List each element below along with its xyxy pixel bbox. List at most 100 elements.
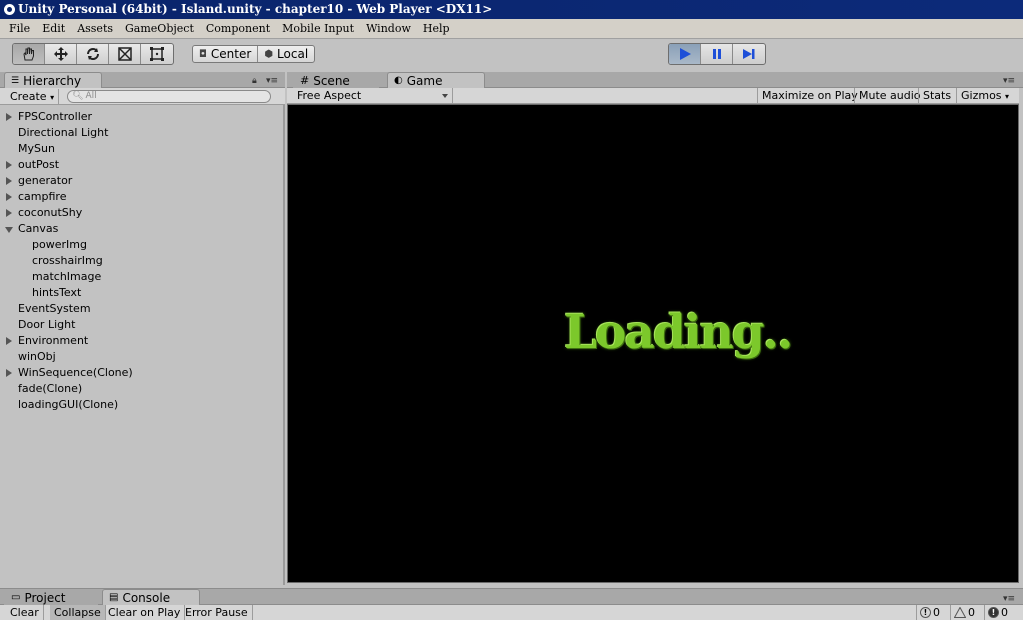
- tab-hierarchy-label: Hierarchy: [23, 73, 82, 88]
- tab-hierarchy[interactable]: ☰ Hierarchy: [4, 72, 102, 88]
- game-panel-menu-icon[interactable]: ▾≡: [1003, 76, 1015, 86]
- error-pause-toggle[interactable]: Error Pause: [181, 605, 253, 620]
- console-toolbar: Clear Collapse Clear on Play Error Pause…: [0, 605, 1023, 620]
- hierarchy-item[interactable]: fade(Clone): [0, 381, 283, 397]
- hierarchy-item[interactable]: Canvas: [0, 221, 283, 237]
- pause-button[interactable]: [701, 44, 733, 64]
- hierarchy-item[interactable]: winObj: [0, 349, 283, 365]
- mute-audio-toggle[interactable]: Mute audio: [854, 88, 925, 104]
- menu-window[interactable]: Window: [360, 22, 417, 35]
- stats-toggle[interactable]: Stats: [918, 88, 955, 104]
- hierarchy-item[interactable]: matchImage: [0, 269, 283, 285]
- foldout-closed-icon[interactable]: [6, 113, 12, 121]
- hierarchy-item[interactable]: WinSequence(Clone): [0, 365, 283, 381]
- hierarchy-item[interactable]: Environment: [0, 333, 283, 349]
- hierarchy-item[interactable]: powerImg: [0, 237, 283, 253]
- hierarchy-item-label: Canvas: [18, 222, 59, 235]
- clear-button[interactable]: Clear: [6, 605, 44, 620]
- panel-menu-icon[interactable]: ▾≡: [266, 76, 278, 86]
- bottom-tab-bar: ▭ Project ▤ Console ▾≡: [0, 588, 1023, 605]
- console-panel-menu-icon[interactable]: ▾≡: [1003, 594, 1015, 604]
- scale-tool-button[interactable]: [109, 44, 141, 64]
- step-button[interactable]: [733, 44, 765, 64]
- rotate-tool-button[interactable]: [77, 44, 109, 64]
- tab-project-label: Project: [24, 590, 66, 605]
- hierarchy-item[interactable]: Door Light: [0, 317, 283, 333]
- foldout-closed-icon[interactable]: [6, 369, 12, 377]
- foldout-closed-icon[interactable]: [6, 193, 12, 201]
- tab-game[interactable]: ◐ Game: [387, 72, 485, 88]
- pivot-controls: ◘ Center ⬢ Local: [192, 45, 316, 63]
- hierarchy-item[interactable]: MySun: [0, 141, 283, 157]
- hierarchy-item[interactable]: campfire: [0, 189, 283, 205]
- error-count: 0: [1001, 606, 1008, 619]
- tab-console[interactable]: ▤ Console: [102, 589, 200, 605]
- foldout-closed-icon[interactable]: [6, 177, 12, 185]
- play-button[interactable]: [669, 44, 701, 64]
- hierarchy-item[interactable]: outPost: [0, 157, 283, 173]
- menu-file[interactable]: File: [3, 22, 36, 35]
- hierarchy-item[interactable]: Directional Light: [0, 125, 283, 141]
- pivot-center-button[interactable]: ◘ Center: [193, 46, 259, 62]
- tab-project[interactable]: ▭ Project: [4, 589, 98, 605]
- hierarchy-item[interactable]: FPSController: [0, 109, 283, 125]
- warning-count-toggle[interactable]: 0: [950, 605, 978, 620]
- foldout-closed-icon[interactable]: [6, 337, 12, 345]
- window-title-bar: Unity Personal (64bit) - Island.unity - …: [0, 0, 1023, 19]
- info-count-toggle[interactable]: ! 0: [916, 605, 943, 620]
- scale-icon: [117, 47, 132, 61]
- foldout-open-icon[interactable]: [5, 227, 13, 233]
- info-count: 0: [933, 606, 940, 619]
- collapse-toggle[interactable]: Collapse: [50, 605, 106, 620]
- create-dropdown[interactable]: Create ▾: [6, 88, 60, 104]
- lock-icon[interactable]: 🔒︎: [252, 76, 257, 86]
- center-pivot-icon: ◘: [199, 48, 207, 60]
- hierarchy-item[interactable]: generator: [0, 173, 283, 189]
- menu-mobile-input[interactable]: Mobile Input: [276, 22, 360, 35]
- gizmos-dropdown[interactable]: Gizmos ▾: [956, 88, 1013, 104]
- hierarchy-item-label: powerImg: [32, 238, 87, 251]
- foldout-closed-icon[interactable]: [6, 209, 12, 217]
- pause-icon: [712, 49, 721, 59]
- info-icon: !: [920, 607, 931, 618]
- menu-component[interactable]: Component: [200, 22, 276, 35]
- menu-gameobject[interactable]: GameObject: [119, 22, 200, 35]
- pivot-local-button[interactable]: ⬢ Local: [258, 46, 314, 62]
- scene-grid-icon: #: [300, 73, 310, 87]
- hand-tool-button[interactable]: [13, 44, 45, 64]
- menu-assets[interactable]: Assets: [71, 22, 119, 35]
- tab-scene-label: Scene: [313, 73, 350, 88]
- menu-edit[interactable]: Edit: [36, 22, 71, 35]
- hierarchy-item-label: loadingGUI(Clone): [18, 398, 119, 411]
- hierarchy-item[interactable]: coconutShy: [0, 205, 283, 221]
- hierarchy-item[interactable]: EventSystem: [0, 301, 283, 317]
- aspect-dropdown[interactable]: Free Aspect: [291, 88, 453, 104]
- menu-help[interactable]: Help: [417, 22, 456, 35]
- maximize-on-play-toggle[interactable]: Maximize on Play: [757, 88, 862, 104]
- move-arrows-icon: [53, 47, 68, 61]
- chevron-down-icon: ▾: [1005, 92, 1010, 101]
- playback-controls: [668, 43, 766, 65]
- clear-on-play-toggle[interactable]: Clear on Play: [104, 605, 186, 620]
- warning-icon: [954, 607, 966, 618]
- create-label: Create: [10, 89, 47, 103]
- tab-console-label: Console: [122, 590, 171, 605]
- game-pacman-icon: ◐: [394, 74, 403, 86]
- search-icon: 🔍︎: [72, 90, 84, 101]
- hierarchy-item[interactable]: loadingGUI(Clone): [0, 397, 283, 413]
- chevron-down-icon: [442, 94, 448, 98]
- rect-tool-button[interactable]: [141, 44, 173, 64]
- pivot-local-label: Local: [277, 47, 309, 61]
- hierarchy-search-input[interactable]: 🔍︎ All: [67, 89, 272, 103]
- hierarchy-item-label: outPost: [18, 158, 60, 171]
- hierarchy-item[interactable]: hintsText: [0, 285, 283, 301]
- tab-scene[interactable]: # Scene: [293, 72, 379, 88]
- error-count-toggle[interactable]: ! 0: [984, 605, 1011, 620]
- hierarchy-item-label: fade(Clone): [18, 382, 83, 395]
- gizmos-label: Gizmos: [961, 89, 1002, 102]
- move-tool-button[interactable]: [45, 44, 77, 64]
- transform-tools: [12, 43, 174, 65]
- hierarchy-item[interactable]: crosshairImg: [0, 253, 283, 269]
- foldout-closed-icon[interactable]: [6, 161, 12, 169]
- game-view-canvas[interactable]: Loading..: [287, 104, 1019, 583]
